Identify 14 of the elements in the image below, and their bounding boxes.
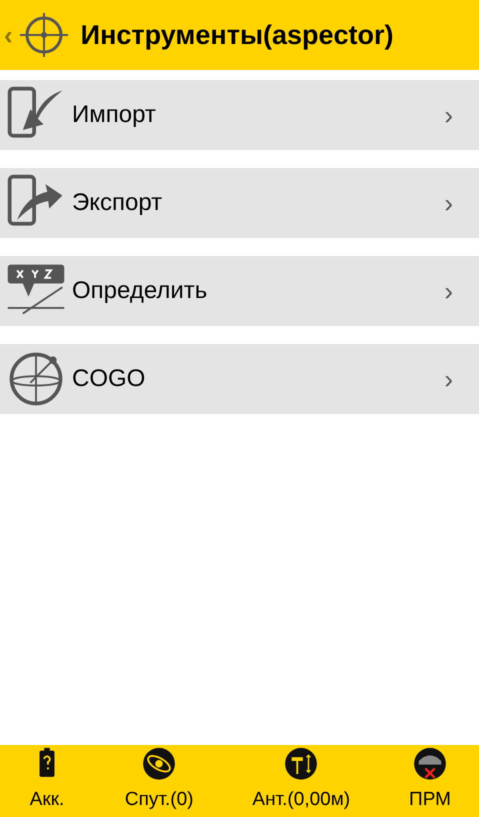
chevron-icon: ›	[444, 96, 453, 134]
chevron-icon: ›	[444, 272, 453, 310]
receiver-icon	[411, 746, 449, 782]
chevron-icon: ›	[444, 184, 453, 222]
status-button[interactable]: Спут.(0)	[118, 745, 200, 817]
page-title: Инструменты(aspector)	[80, 18, 394, 52]
menu-item[interactable]: Импорт ›	[0, 80, 479, 150]
chevron-icon: ›	[444, 360, 453, 398]
menu-item[interactable]: Экспорт ›	[0, 168, 479, 238]
menu-item[interactable]: Определить ›	[0, 256, 479, 326]
menu-item[interactable]: COGO ›	[0, 344, 479, 414]
status-button[interactable]: Ант.(0,00м)	[246, 745, 356, 817]
status-button[interactable]: Акк.	[22, 745, 72, 817]
status-button[interactable]: ПРМ	[403, 745, 457, 817]
